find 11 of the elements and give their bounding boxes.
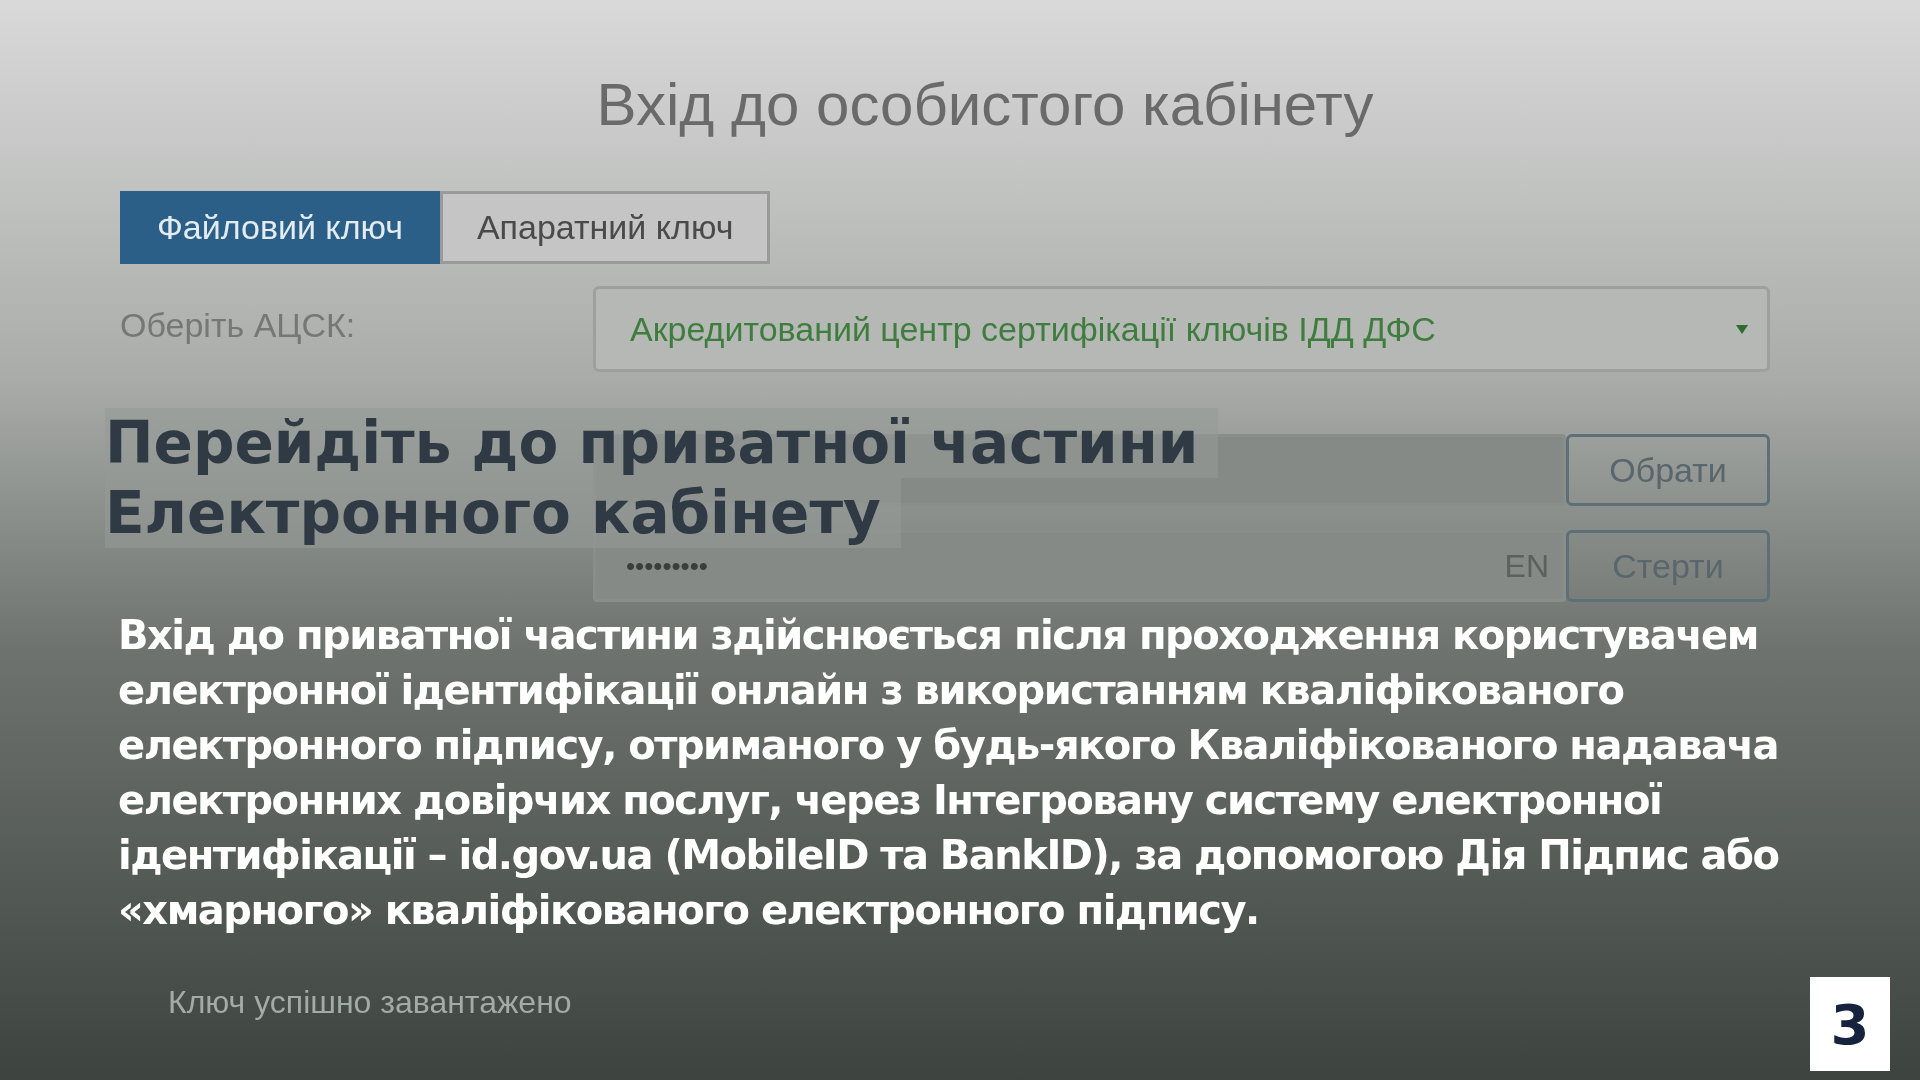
key-tab[interactable]: Файловий ключ xyxy=(120,191,440,264)
form-title: Вхід до особистого кабінету xyxy=(596,70,1374,139)
password-value: ••••••••• xyxy=(626,550,708,582)
description-paragraph: Вхід до приватної частини здійснюється після проходження користувачем електронної ідентифікації онлайн з використанням кваліфікованого електронного підпису, отриманого у будь-якого Кваліфікованого надавача електронних довірчих послуг, через Інтегровану систему електронної ідентифікації – id.gov.ua (MobileID та BankID), за допомогою Дія Підпис або «хмарного» кваліфікованого електронного підпису. xyxy=(118,611,1780,935)
caret-icon xyxy=(1735,322,1749,336)
key-tab[interactable]: Апаратний ключ xyxy=(439,191,771,264)
choose-button[interactable]: Обрати xyxy=(1566,434,1770,506)
ca-select[interactable]: Акредитований центр сертифікації ключів ІДД ДФС xyxy=(593,286,1770,372)
status-message: Ключ успішно завантажено xyxy=(168,984,573,1021)
page-number: 3 xyxy=(1810,977,1890,1071)
ca-label: Оберіть АЦСК: xyxy=(120,306,357,345)
